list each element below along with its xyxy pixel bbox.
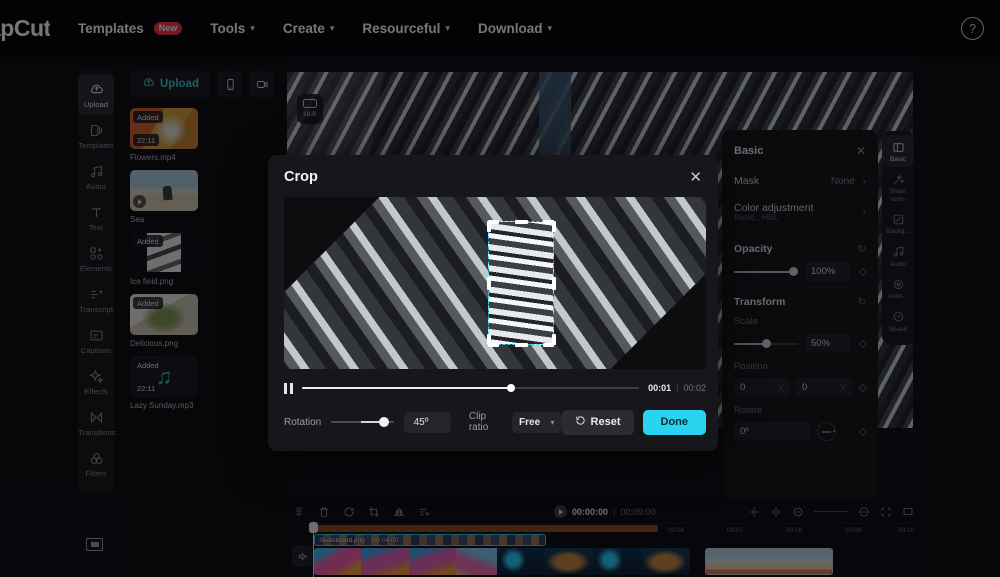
crop-controls-row: Rotation 45º Clip ratio Free ▾ Reset Don…: [284, 409, 706, 435]
crop-dialog-header: Crop ✕: [268, 155, 718, 199]
crop-handle-bottom-right[interactable]: [551, 334, 556, 345]
crop-handle-bottom-left[interactable]: [486, 334, 491, 345]
chevron-down-icon: ▾: [550, 417, 555, 427]
crop-dialog-title: Crop: [284, 169, 318, 185]
reset-button[interactable]: Reset: [561, 409, 634, 435]
clip-ratio-label: Clip ratio: [468, 411, 489, 433]
done-button-label: Done: [660, 416, 689, 428]
reset-button-label: Reset: [590, 416, 621, 428]
crop-handle-top-right[interactable]: [551, 221, 556, 232]
reset-icon: [575, 415, 586, 429]
crop-timecode: 00:01 | 00:02: [648, 383, 706, 393]
rotation-label: Rotation: [284, 416, 322, 428]
close-icon[interactable]: ✕: [689, 170, 702, 185]
capcut-editor-window: apCut Templates New Tools ▾ Create ▾ Res…: [0, 0, 1000, 577]
crop-handle-top-left[interactable]: [486, 221, 491, 232]
rotation-slider-knob[interactable]: [379, 417, 390, 427]
crop-handle-left[interactable]: [486, 277, 491, 290]
crop-handle-top[interactable]: [515, 219, 528, 224]
rotation-slider[interactable]: [331, 417, 394, 427]
crop-canvas[interactable]: [284, 197, 706, 369]
clip-ratio-value: Free: [519, 416, 541, 428]
done-button[interactable]: Done: [642, 409, 706, 435]
clip-ratio-select[interactable]: Free ▾: [512, 411, 562, 433]
crop-total-time: 00:02: [683, 383, 706, 393]
crop-current-time: 00:01: [648, 383, 672, 393]
crop-selection-box[interactable]: [486, 219, 556, 347]
crop-scrubber-knob[interactable]: [506, 383, 516, 393]
pause-icon[interactable]: [284, 382, 293, 394]
crop-time-separator: |: [676, 383, 679, 393]
crop-player-controls: 00:01 | 00:02: [284, 379, 706, 397]
crop-scrubber[interactable]: [302, 383, 640, 393]
crop-handle-bottom[interactable]: [515, 342, 528, 347]
rotation-value-field[interactable]: 45º: [403, 411, 451, 433]
crop-handle-right[interactable]: [551, 277, 556, 290]
crop-dialog: Crop ✕ 00:01 | 00:02 Rotation 45º Clip r…: [268, 155, 718, 451]
